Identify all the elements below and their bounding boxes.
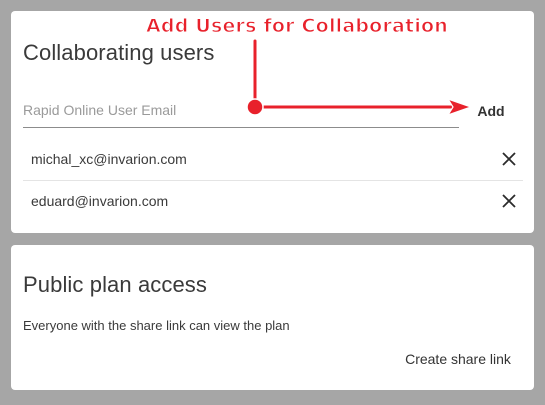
remove-collaborator-button[interactable] xyxy=(497,147,521,171)
collaborator-list: michal_xc@invarion.com eduard@invarion.c… xyxy=(23,139,523,221)
add-user-button[interactable]: Add xyxy=(469,97,513,125)
user-email-input[interactable] xyxy=(23,97,459,128)
close-icon xyxy=(502,152,516,166)
close-icon xyxy=(502,194,516,208)
collaborating-users-title: Collaborating users xyxy=(23,40,215,65)
annotation-label: Add Users for Collaboration xyxy=(145,15,449,38)
collaborator-row: eduard@invarion.com xyxy=(23,180,523,221)
collaborating-users-card: Collaborating users Add michal_xc@invari… xyxy=(11,11,534,233)
collaborator-row: michal_xc@invarion.com xyxy=(23,139,523,180)
remove-collaborator-button[interactable] xyxy=(497,189,521,213)
public-access-description: Everyone with the share link can view th… xyxy=(23,318,290,333)
public-plan-access-title: Public plan access xyxy=(23,272,208,297)
collaborator-email: eduard@invarion.com xyxy=(31,193,169,209)
create-share-link-button[interactable]: Create share link xyxy=(396,345,520,373)
collaborator-email: michal_xc@invarion.com xyxy=(31,151,187,167)
public-plan-access-card: Public plan access Everyone with the sha… xyxy=(11,245,534,390)
